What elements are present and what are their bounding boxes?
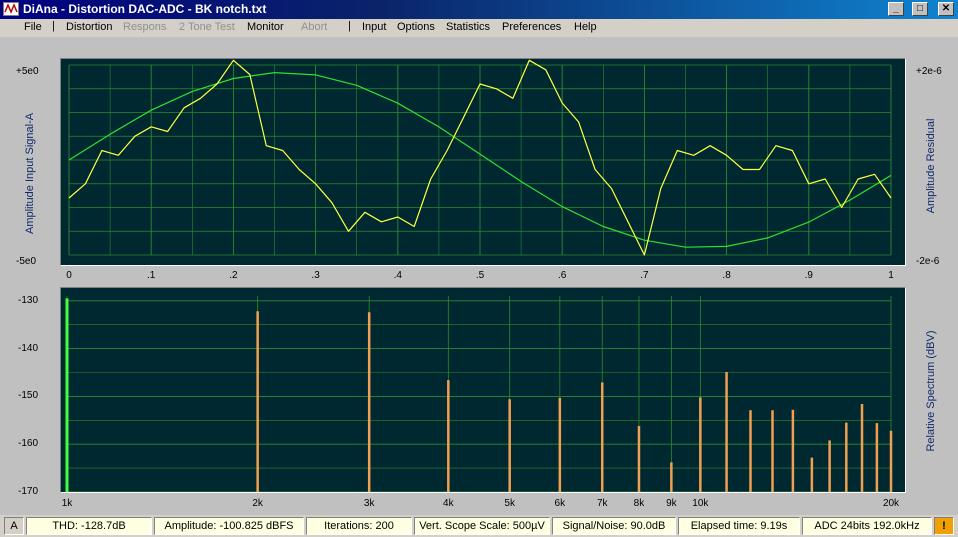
minimize-icon: _ bbox=[893, 3, 899, 14]
scope-right-axis-label: Amplitude Residual bbox=[925, 118, 937, 214]
close-icon: ✕ bbox=[941, 3, 951, 14]
scope-x-tick-label: .2 bbox=[229, 270, 238, 281]
scope-x-tick-label: .3 bbox=[311, 270, 320, 281]
menu-2-tone-test[interactable]: 2 Tone Test bbox=[179, 21, 235, 33]
spectrum-x-tick-label: 1k bbox=[61, 498, 73, 509]
menu-help[interactable]: Help bbox=[574, 21, 597, 33]
window-title: DiAna - Distortion DAC-ADC - BK notch.tx… bbox=[23, 2, 267, 16]
spectrum-chart bbox=[65, 296, 893, 492]
menu-separator: | bbox=[348, 20, 351, 32]
status-mode: A bbox=[4, 517, 24, 535]
menu-bar: File | Distortion Respons 2 Tone Test Mo… bbox=[0, 19, 958, 37]
menu-separator: | bbox=[52, 20, 55, 32]
minimize-button[interactable]: _ bbox=[888, 2, 904, 16]
menu-input[interactable]: Input bbox=[362, 21, 386, 33]
spectrum-y-tick-label: -150 bbox=[18, 390, 39, 402]
status-iterations: Iterations: 200 bbox=[306, 517, 412, 535]
spectrum-x-tick-label: 3k bbox=[363, 498, 375, 509]
spectrum-y-tick-label: -140 bbox=[18, 342, 39, 354]
spectrum-x-tick-label: 2k bbox=[252, 498, 263, 509]
spectrum-x-tick-label: 20k bbox=[882, 498, 900, 509]
spectrum-x-tick-label: 10k bbox=[692, 498, 709, 509]
status-thd: THD: -128.7dB bbox=[26, 517, 152, 535]
spectrum-x-tick-label: 9k bbox=[666, 498, 677, 509]
scope-x-tick-label: .8 bbox=[722, 270, 731, 281]
close-button[interactable]: ✕ bbox=[938, 2, 954, 16]
spectrum-right-axis-label: Relative Spectrum (dBV) bbox=[925, 330, 937, 452]
status-scope-scale: Vert. Scope Scale: 500µV bbox=[414, 517, 550, 535]
spectrum-plot[interactable] bbox=[60, 287, 906, 493]
scope-plot[interactable] bbox=[60, 58, 906, 266]
status-snr: Signal/Noise: 90.0dB bbox=[552, 517, 676, 535]
status-bar: A THD: -128.7dB Amplitude: -100.825 dBFS… bbox=[0, 515, 958, 537]
spectrum-x-tick-label: 7k bbox=[596, 498, 608, 509]
menu-file[interactable]: File bbox=[24, 21, 42, 33]
scope-right-top-label: +2e-6 bbox=[916, 66, 942, 77]
status-elapsed: Elapsed time: 9.19s bbox=[678, 517, 800, 535]
status-warning-icon[interactable]: ! bbox=[934, 517, 954, 535]
spectrum-y-tick-label: -160 bbox=[18, 438, 39, 450]
scope-right-bottom-label: -2e-6 bbox=[916, 256, 940, 267]
spectrum-x-tick-label: 4k bbox=[443, 498, 454, 509]
scope-x-tick-label: 0 bbox=[66, 270, 72, 281]
scope-x-tick-label: .7 bbox=[640, 270, 649, 281]
menu-abort[interactable]: Abort bbox=[301, 21, 327, 33]
menu-statistics[interactable]: Statistics bbox=[446, 21, 490, 33]
scope-x-tick-label: .9 bbox=[804, 270, 813, 281]
menu-respons[interactable]: Respons bbox=[123, 21, 166, 33]
menu-preferences[interactable]: Preferences bbox=[502, 21, 561, 33]
spectrum-x-tick-label: 6k bbox=[554, 498, 566, 509]
scope-x-tick-label: .4 bbox=[393, 270, 402, 281]
scope-x-tick-label: .1 bbox=[147, 270, 156, 281]
app-icon[interactable] bbox=[3, 2, 19, 16]
scope-left-top-label: +5e0 bbox=[16, 66, 39, 77]
scope-x-tick-label: .5 bbox=[475, 270, 485, 281]
scope-x-tick-label: .6 bbox=[558, 270, 567, 281]
spectrum-y-tick-label: -130 bbox=[18, 294, 39, 306]
status-adc: ADC 24bits 192.0kHz bbox=[802, 517, 932, 535]
status-amplitude: Amplitude: -100.825 dBFS bbox=[154, 517, 304, 535]
menu-options[interactable]: Options bbox=[397, 21, 435, 33]
spectrum-x-tick-label: 8k bbox=[633, 498, 645, 509]
menu-monitor[interactable]: Monitor bbox=[247, 21, 284, 33]
scope-chart bbox=[68, 59, 892, 256]
maximize-button[interactable]: □ bbox=[912, 2, 928, 16]
spectrum-x-tick-label: 5k bbox=[504, 498, 515, 509]
menu-distortion[interactable]: Distortion bbox=[66, 21, 112, 33]
scope-left-axis-label: Amplitude Input Signal-A bbox=[24, 112, 36, 234]
spectrum-y-tick-label: -170 bbox=[18, 486, 39, 497]
maximize-icon: □ bbox=[916, 3, 924, 14]
scope-left-bottom-label: -5e0 bbox=[16, 256, 37, 267]
scope-x-tick-label: 1 bbox=[888, 270, 894, 281]
title-bar: DiAna - Distortion DAC-ADC - BK notch.tx… bbox=[0, 0, 958, 19]
